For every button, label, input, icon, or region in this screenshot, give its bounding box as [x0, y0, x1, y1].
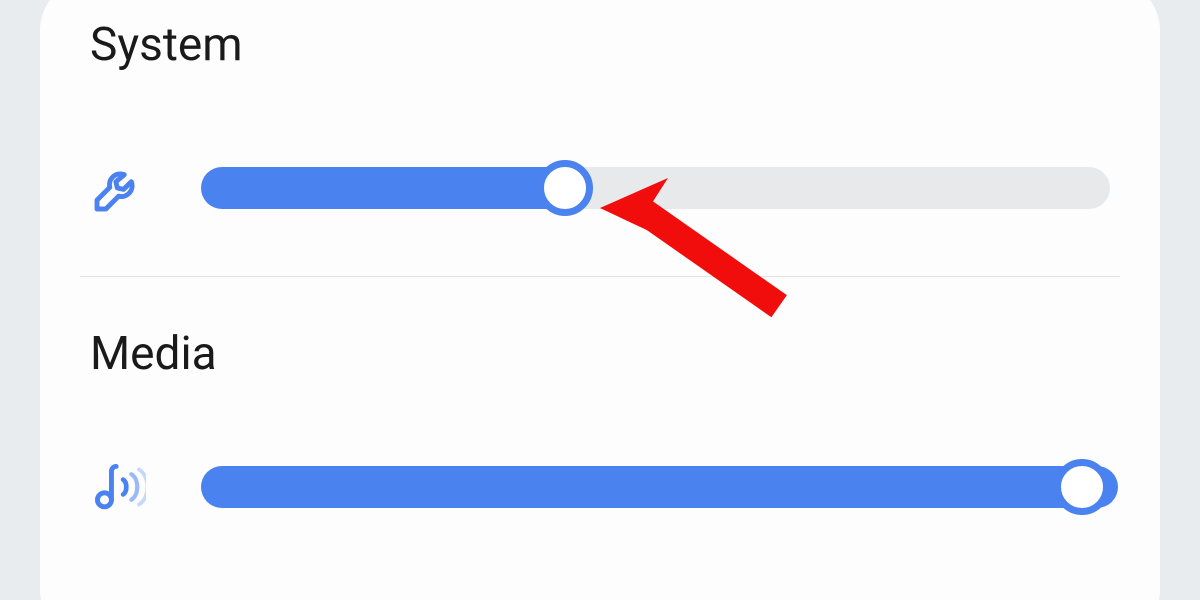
media-slider-thumb[interactable] [1054, 459, 1110, 515]
settings-card: System Media [40, 0, 1160, 600]
wrench-icon [90, 160, 146, 216]
system-volume-slider[interactable] [201, 160, 1110, 216]
system-slider-thumb[interactable] [537, 160, 593, 216]
system-slider-row [90, 160, 1110, 216]
media-volume-slider[interactable] [201, 459, 1110, 515]
section-divider [80, 276, 1120, 277]
music-waves-icon [90, 459, 146, 515]
slider-fill [201, 167, 573, 209]
media-slider-row [90, 459, 1110, 515]
media-section-label: Media [90, 327, 1110, 381]
slider-fill [201, 466, 1118, 508]
system-section-label: System [90, 18, 1110, 72]
